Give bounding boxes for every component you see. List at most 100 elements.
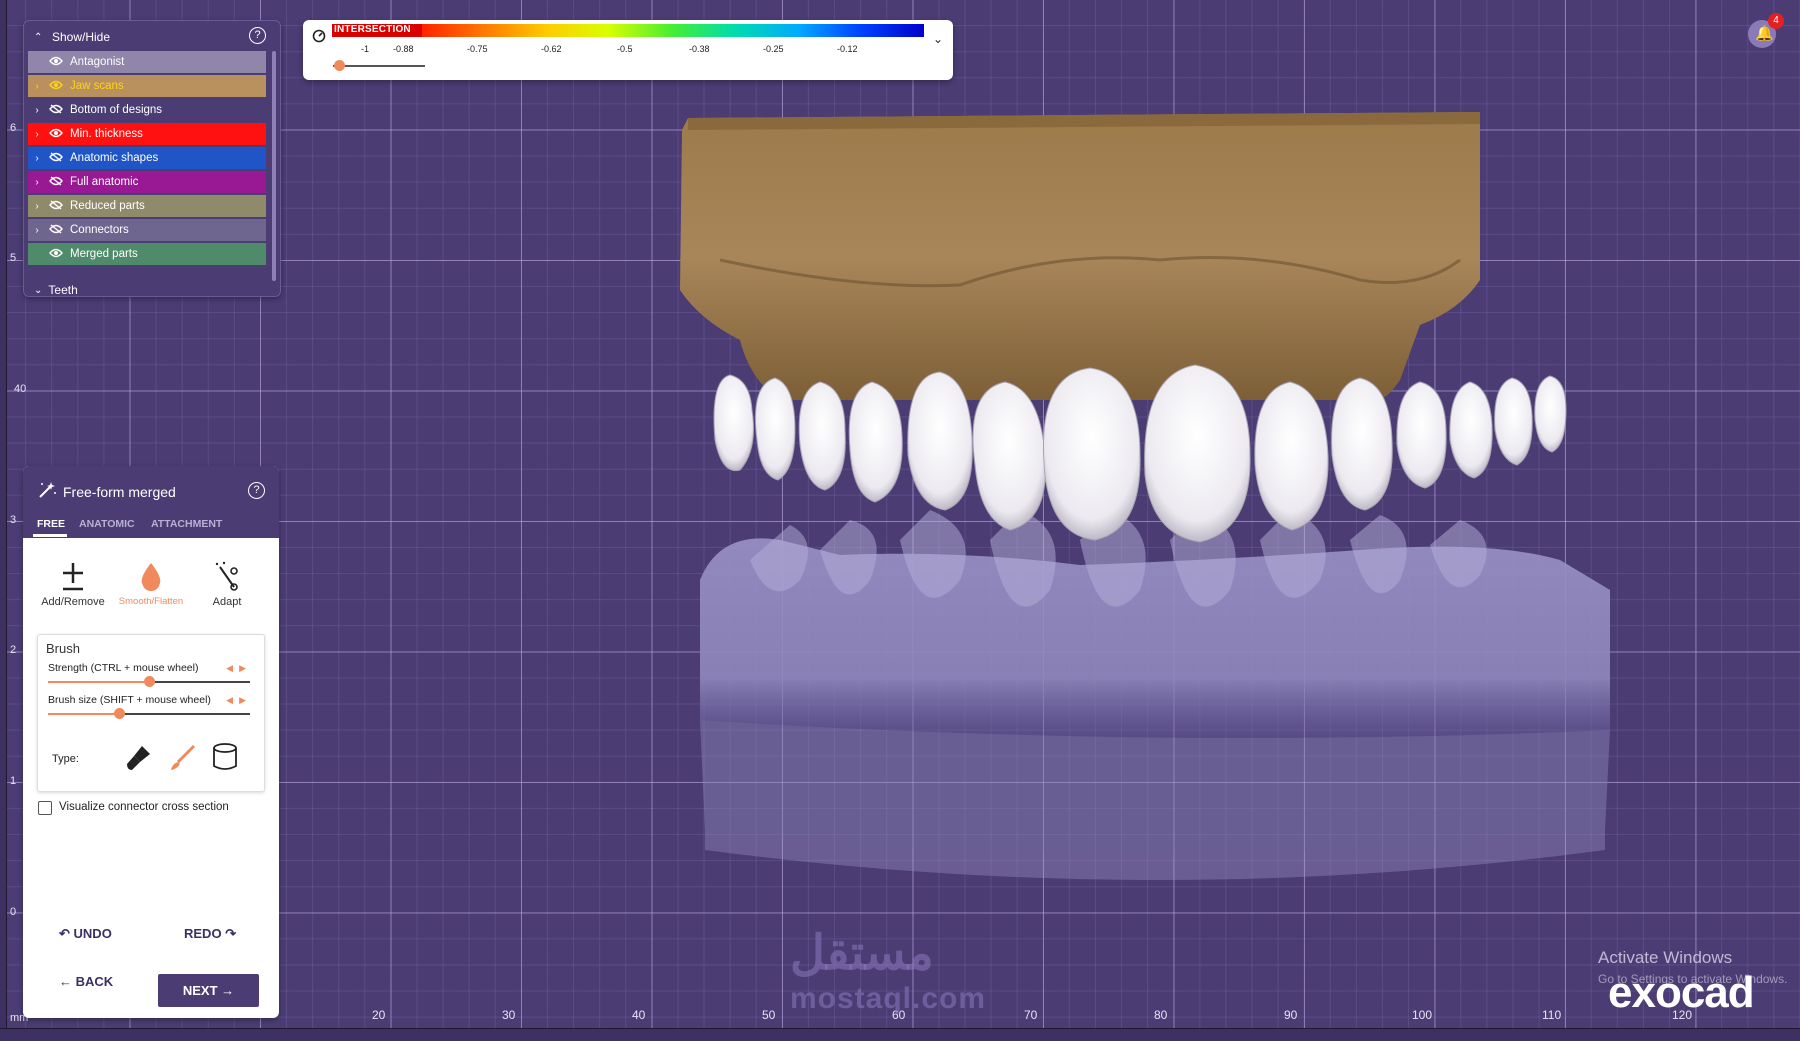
undo-button[interactable]: ↶ UNDO bbox=[59, 926, 112, 942]
ruler-tick: 80 bbox=[1154, 1008, 1168, 1022]
show-hide-panel: ⌃ Show/Hide ? Antagonist › Jaw scans › Botto… bbox=[23, 20, 281, 297]
ruler-tick: 40 bbox=[14, 383, 27, 395]
ruler-tick: 40 bbox=[632, 1008, 646, 1022]
next-label: NEXT bbox=[182, 983, 218, 998]
layer-label: Reduced parts bbox=[70, 200, 145, 212]
redo-icon: ↷ bbox=[225, 926, 237, 941]
eye-off-icon[interactable] bbox=[46, 199, 66, 213]
active-tab-indicator bbox=[33, 534, 67, 537]
undo-icon: ↶ bbox=[59, 926, 70, 941]
threshold-slider-handle[interactable] bbox=[334, 60, 345, 71]
activate-windows-title: Activate Windows bbox=[1598, 948, 1733, 967]
colorbar-tick: -0.12 bbox=[837, 44, 858, 54]
ruler-tick: 30 bbox=[502, 1008, 516, 1022]
layer-row[interactable]: › Min. thickness bbox=[28, 123, 266, 145]
layer-label: Merged parts bbox=[70, 248, 138, 260]
visualize-connector-checkbox[interactable] bbox=[38, 801, 52, 815]
fine-brush-icon[interactable] bbox=[168, 742, 198, 772]
brush-size-slider-handle[interactable] bbox=[113, 708, 125, 719]
layer-label: Connectors bbox=[70, 224, 129, 236]
eye-icon[interactable] bbox=[46, 56, 66, 69]
redo-button[interactable]: REDO ↷ bbox=[184, 926, 236, 942]
layer-row[interactable]: › Jaw scans bbox=[28, 75, 266, 97]
drop-icon bbox=[141, 563, 161, 591]
teeth-label: Teeth bbox=[48, 283, 78, 297]
exocad-logo: exocad bbox=[1608, 968, 1755, 1017]
help-icon[interactable]: ? bbox=[248, 482, 265, 499]
tab-free[interactable]: FREE bbox=[37, 518, 65, 530]
vertical-ruler bbox=[0, 0, 7, 1040]
plus-minus-icon bbox=[63, 563, 83, 591]
strength-slider-handle[interactable] bbox=[144, 676, 155, 687]
colorbar-tick: -0.38 bbox=[689, 44, 710, 54]
arrow-left-icon: ← bbox=[59, 974, 72, 989]
ruler-tick: 110 bbox=[1542, 1008, 1562, 1022]
chevron-right-icon[interactable]: › bbox=[28, 201, 46, 212]
adapt-tool-button[interactable]: Adapt bbox=[187, 558, 267, 618]
chevron-right-icon[interactable]: › bbox=[28, 81, 46, 92]
smooth-flatten-tool-button[interactable]: Smooth/Flatten bbox=[111, 558, 191, 618]
brush-size-arrows[interactable]: ◀▶ bbox=[226, 695, 252, 706]
ruler-tick: 50 bbox=[762, 1008, 776, 1022]
chevron-down-icon[interactable]: ⌄ bbox=[933, 32, 943, 46]
colorbar-tick: -0.5 bbox=[617, 44, 633, 54]
layer-row[interactable]: Merged parts bbox=[28, 243, 266, 265]
layer-row[interactable]: › Full anatomic bbox=[28, 171, 266, 193]
eye-icon[interactable] bbox=[46, 128, 66, 141]
strength-arrows[interactable]: ◀▶ bbox=[226, 663, 252, 674]
colorbar-tick: -0.62 bbox=[541, 44, 562, 54]
ruler-tick: 2 bbox=[10, 644, 17, 656]
layer-row[interactable]: › Reduced parts bbox=[28, 195, 266, 217]
ruler-tick: 5 bbox=[10, 252, 17, 264]
free-form-tool-panel: Free-form merged ? FREE ANATOMIC ATTACHM… bbox=[23, 466, 279, 1018]
redo-label: REDO bbox=[184, 926, 222, 941]
chevron-right-icon[interactable]: › bbox=[28, 225, 46, 236]
help-icon[interactable]: ? bbox=[249, 27, 266, 44]
brush-settings: Brush Strength (CTRL + mouse wheel) ◀▶ B… bbox=[37, 634, 265, 792]
layer-row[interactable]: › Anatomic shapes bbox=[28, 147, 266, 169]
add-remove-tool-button[interactable]: Add/Remove bbox=[33, 558, 113, 618]
tool-label: Adapt bbox=[212, 596, 242, 608]
brush-size-slider-fill bbox=[48, 713, 119, 715]
eye-off-icon[interactable] bbox=[46, 223, 66, 237]
chevron-down-icon: ⌄ bbox=[34, 284, 43, 296]
visualize-connector-label: Visualize connector cross section bbox=[59, 801, 229, 813]
ruler-tick: 100 bbox=[1412, 1008, 1433, 1022]
tab-attachment[interactable]: ATTACHMENT bbox=[151, 518, 222, 530]
dental-model-render[interactable] bbox=[660, 110, 1630, 960]
layer-row[interactable]: › Connectors bbox=[28, 219, 266, 241]
chevron-up-icon: ⌃ bbox=[34, 31, 43, 43]
watermark-arabic: مستقل bbox=[790, 927, 934, 980]
scrollbar[interactable] bbox=[272, 51, 276, 281]
chevron-right-icon[interactable]: › bbox=[28, 153, 46, 164]
next-button[interactable]: NEXT → bbox=[158, 974, 259, 1007]
ruler-tick: 0 bbox=[10, 906, 17, 918]
paint-brush-icon[interactable] bbox=[124, 742, 154, 772]
chevron-right-icon[interactable]: › bbox=[28, 177, 46, 188]
ruler-tick: 90 bbox=[1284, 1008, 1298, 1022]
cylinder-icon[interactable] bbox=[210, 742, 240, 772]
chevron-right-icon[interactable]: › bbox=[28, 129, 46, 140]
notification-count-badge: 4 bbox=[1768, 13, 1784, 29]
colorbar-tick: -0.88 bbox=[393, 44, 414, 54]
arrow-right-icon: → bbox=[221, 983, 235, 998]
tab-anatomic[interactable]: ANATOMIC bbox=[79, 518, 135, 530]
threshold-slider-track[interactable] bbox=[333, 65, 425, 67]
chevron-right-icon[interactable]: › bbox=[28, 105, 46, 116]
ruler-tick: 1 bbox=[10, 775, 17, 787]
eye-off-icon[interactable] bbox=[46, 151, 66, 165]
back-button[interactable]: ← BACK bbox=[59, 974, 113, 989]
teeth-section[interactable]: ⌄ Teeth bbox=[30, 283, 78, 297]
colorbar-tick: -0.25 bbox=[763, 44, 784, 54]
layer-label: Full anatomic bbox=[70, 176, 139, 188]
undo-label: UNDO bbox=[73, 926, 112, 941]
show-hide-header[interactable]: ⌃ Show/Hide bbox=[24, 25, 280, 49]
eye-icon[interactable] bbox=[46, 248, 66, 261]
layer-row[interactable]: › Bottom of designs bbox=[28, 99, 266, 121]
eye-off-icon[interactable] bbox=[46, 175, 66, 189]
eye-icon[interactable] bbox=[46, 80, 66, 93]
gauge-icon[interactable] bbox=[312, 29, 326, 43]
eye-off-icon[interactable] bbox=[46, 103, 66, 117]
layer-label: Bottom of designs bbox=[70, 104, 163, 116]
layer-row[interactable]: Antagonist bbox=[28, 51, 266, 73]
